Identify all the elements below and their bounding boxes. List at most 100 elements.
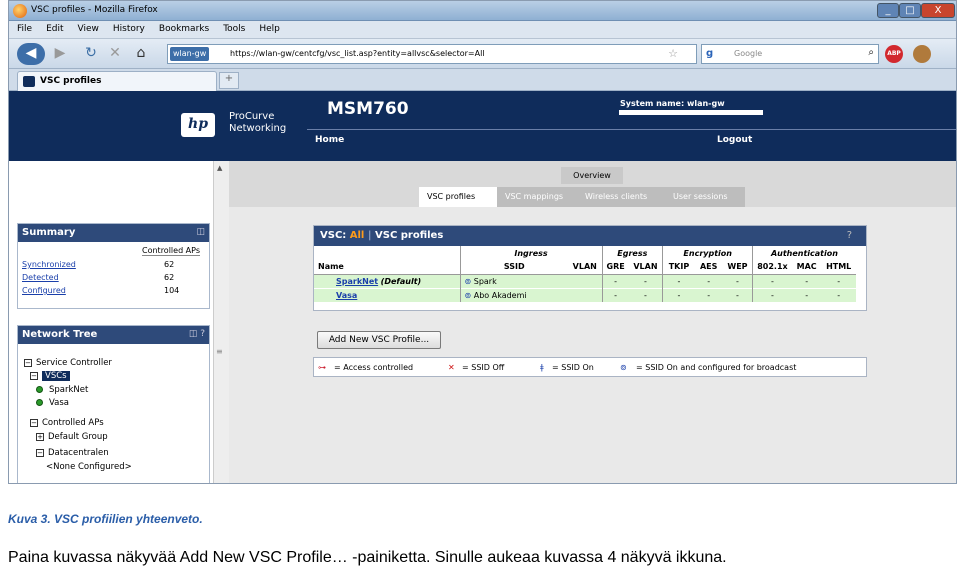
tree-node-none-configured[interactable]: <None Configured> — [46, 462, 132, 472]
product-title: MSM760 — [327, 99, 409, 119]
search-input[interactable]: g Google ⌕ — [701, 44, 879, 64]
table-row[interactable]: SparkNet (Default) ⊚ Spark - - - - - - -… — [314, 273, 856, 288]
vlan-cell — [568, 273, 602, 288]
tree-node-default-group[interactable]: + Default Group — [36, 432, 108, 442]
tab-overview[interactable]: Overview — [561, 167, 623, 184]
tab-wireless-clients[interactable]: Wireless clients — [577, 187, 665, 207]
wep-cell: - — [722, 273, 753, 288]
stop-icon[interactable]: ✕ — [105, 43, 125, 65]
tab-user-sessions[interactable]: User sessions — [665, 187, 745, 207]
tree-node-controlled-aps[interactable]: − Controlled APs — [30, 418, 104, 428]
tab-vsc-mappings[interactable]: VSC mappings — [497, 187, 577, 207]
brand-line-1: ProCurve — [229, 111, 275, 122]
column-header-row: Name SSID VLAN GRE VLAN TKIP AES WEP 802… — [314, 260, 856, 275]
table-row[interactable]: Vasa ⊚ Abo Akademi - - - - - - - - — [314, 287, 856, 302]
tree-node-sparknet[interactable]: SparkNet — [36, 385, 88, 395]
menu-view[interactable]: View — [78, 24, 99, 34]
ssid-broadcast-icon: ⊚ — [464, 276, 472, 286]
logout-link[interactable]: Logout — [717, 135, 752, 145]
summary-row: Configured — [22, 286, 66, 295]
pin-icon[interactable]: ◫ — [196, 227, 205, 237]
tree-label: Datacentralen — [48, 448, 109, 458]
maximize-button[interactable]: □ — [899, 3, 921, 18]
figure-caption: Kuva 3. VSC profiilien yhteenveto. — [8, 512, 203, 526]
help-icon[interactable]: ◫ ? — [189, 329, 205, 339]
tree-node-service-controller[interactable]: − Service Controller — [24, 358, 112, 368]
html-cell: - — [821, 273, 856, 288]
vsc-title-prefix: VSC: — [320, 230, 347, 241]
summary-label[interactable]: Configured — [22, 286, 66, 295]
splitter-handle-icon[interactable]: ≡ — [216, 347, 223, 356]
menu-file[interactable]: File — [17, 24, 32, 34]
collapse-icon[interactable]: − — [36, 448, 44, 457]
home-link[interactable]: Home — [315, 135, 344, 145]
url-field[interactable]: wlan-gw https://wlan-gw/centcfg/vsc_list… — [167, 44, 697, 64]
col-tkip: TKIP — [662, 260, 695, 275]
reload-icon[interactable]: ↻ — [81, 43, 101, 65]
scroll-up-icon[interactable]: ▲ — [217, 164, 222, 172]
tkip-cell: - — [662, 287, 695, 302]
collapse-icon[interactable]: − — [30, 371, 38, 380]
summary-label[interactable]: Synchronized — [22, 260, 76, 269]
8021x-cell: - — [752, 287, 792, 302]
html-cell: - — [821, 287, 856, 302]
menu-bookmarks[interactable]: Bookmarks — [159, 24, 209, 34]
forward-icon[interactable]: ▶ — [49, 43, 71, 65]
vsc-name-link[interactable]: Vasa — [336, 291, 357, 300]
hp-favicon-icon — [23, 76, 35, 87]
menu-help[interactable]: Help — [259, 24, 280, 34]
greasemonkey-icon[interactable] — [913, 45, 931, 63]
group-egress: Egress — [601, 246, 663, 260]
left-pane-scrollbar[interactable]: ▲ ≡ — [213, 161, 229, 483]
tab-vsc-profiles[interactable]: VSC profiles — [419, 187, 497, 207]
aes-cell: - — [694, 273, 723, 288]
ssid-on-icon: ǂ — [540, 363, 544, 372]
ssid-value: Abo Akademi — [473, 290, 527, 300]
vsc-title: VSC profiles — [375, 230, 444, 241]
tree-label: Controlled APs — [42, 418, 104, 428]
tree-node-vasa[interactable]: Vasa — [36, 398, 69, 408]
url-text: https://wlan-gw/centcfg/vsc_list.asp?ent… — [230, 49, 485, 58]
menu-edit[interactable]: Edit — [46, 24, 63, 34]
network-tree-title: Network Tree — [22, 329, 98, 340]
firefox-icon — [13, 4, 27, 18]
mac-cell: - — [791, 273, 822, 288]
search-icon[interactable]: ⌕ — [868, 47, 874, 58]
vsc-name-link[interactable]: SparkNet — [336, 277, 378, 286]
vsc-profiles-panel: VSC: All | VSC profiles ? Ingress Egress… — [313, 225, 867, 311]
back-icon[interactable]: ◀ — [17, 43, 45, 65]
legend-ssid-on: = SSID On — [552, 363, 594, 372]
home-icon[interactable]: ⌂ — [131, 43, 151, 65]
close-button[interactable]: X — [921, 3, 955, 18]
tab-vsc-profiles[interactable]: VSC profiles — [17, 71, 217, 91]
site-identity[interactable]: wlan-gw — [170, 47, 210, 61]
ssid-cell: ⊚ Abo Akademi — [459, 287, 568, 302]
tree-label: Vasa — [49, 398, 70, 408]
vsc-title-separator: | — [367, 230, 372, 241]
body-text: Paina kuvassa näkyvää Add New VSC Profil… — [8, 549, 727, 566]
vsc-table: Ingress Egress Encryption Authentication… — [314, 246, 856, 302]
tree-node-vscs[interactable]: − VSCs — [30, 371, 70, 381]
status-green-icon — [36, 399, 43, 406]
help-icon[interactable]: ? — [847, 230, 852, 241]
vsc-filter-all-link[interactable]: All — [350, 230, 365, 241]
expand-icon[interactable]: + — [36, 432, 44, 441]
brand-text: ProCurve Networking — [229, 111, 286, 135]
collapse-icon[interactable]: − — [30, 418, 38, 427]
menu-history[interactable]: History — [113, 24, 145, 34]
google-icon: g — [706, 48, 714, 59]
vsc-default-tag: (Default) — [380, 276, 422, 286]
add-new-vsc-profile-button[interactable]: Add New VSC Profile... — [317, 331, 441, 349]
collapse-icon[interactable]: − — [24, 358, 32, 367]
ssid-value: Spark — [473, 276, 497, 286]
bookmark-star-icon[interactable]: ☆ — [668, 47, 678, 60]
summary-label[interactable]: Detected — [22, 273, 59, 282]
web-page: hp ProCurve Networking MSM760 System nam… — [9, 91, 956, 483]
vsc-panel-header: VSC: All | VSC profiles ? — [314, 226, 866, 246]
adblock-icon[interactable]: ABP — [885, 45, 903, 63]
tree-label: Default Group — [48, 432, 108, 442]
minimize-button[interactable]: _ — [877, 3, 899, 18]
tree-node-datacentralen[interactable]: − Datacentralen — [36, 448, 109, 458]
menu-tools[interactable]: Tools — [223, 24, 245, 34]
new-tab-button[interactable]: + — [219, 72, 239, 89]
